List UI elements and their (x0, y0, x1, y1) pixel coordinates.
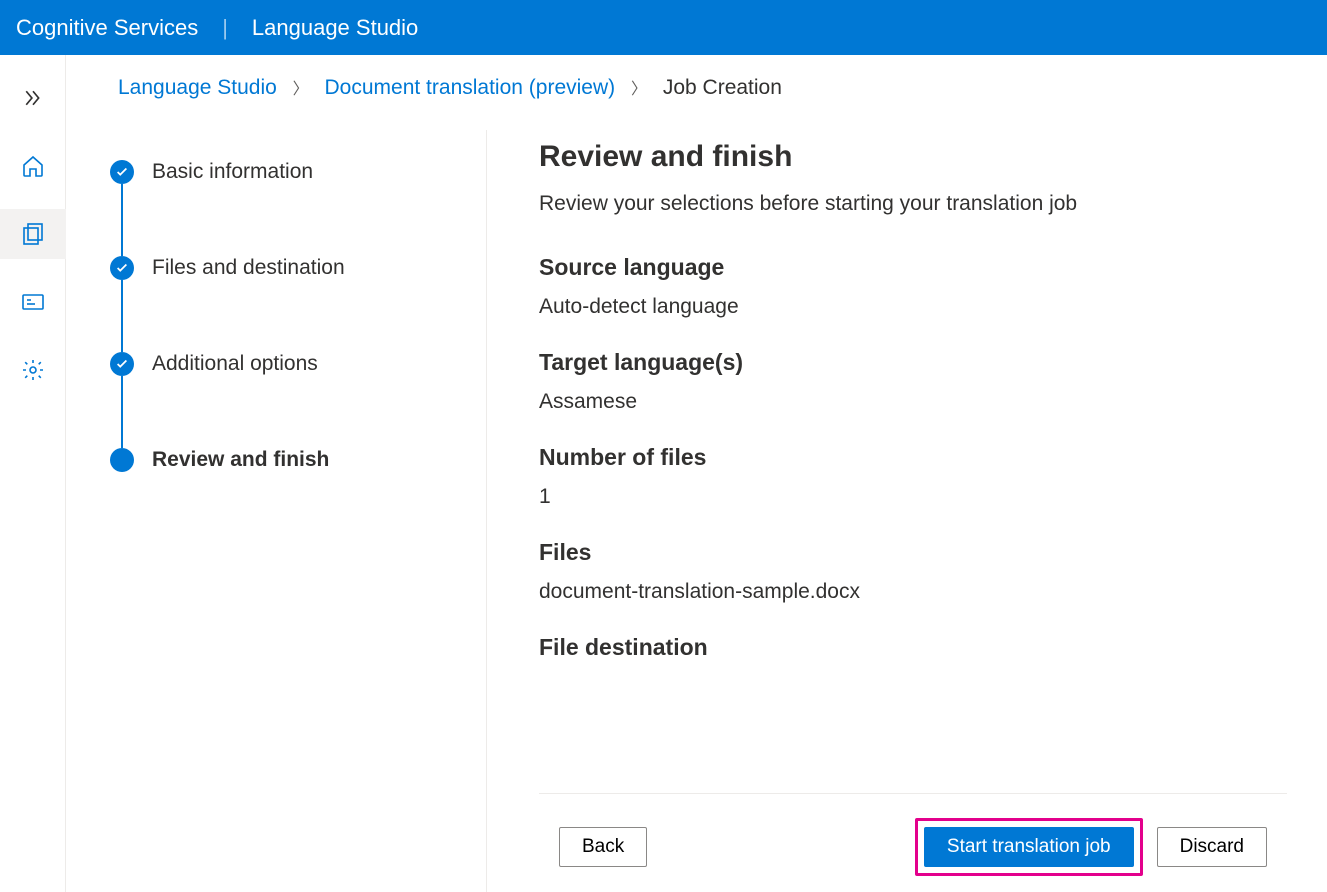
breadcrumb-section[interactable]: Document translation (preview) (325, 76, 616, 99)
step-connector (121, 184, 123, 256)
breadcrumb: Language Studio 〉 Document translation (… (66, 55, 1327, 100)
discard-button[interactable]: Discard (1157, 827, 1267, 867)
start-translation-button[interactable]: Start translation job (924, 827, 1134, 867)
nav-settings[interactable] (5, 345, 61, 395)
nav-home[interactable] (5, 141, 61, 191)
wizard-steps: Basic information Files and destination … (66, 130, 486, 892)
step-label: Additional options (152, 352, 318, 376)
nav-jobs[interactable] (5, 277, 61, 327)
top-bar: Cognitive Services | Language Studio (0, 0, 1327, 55)
chevron-double-right-icon (24, 89, 42, 107)
num-files-value: 1 (539, 485, 1287, 509)
topbar-separator: | (222, 15, 228, 41)
left-nav (0, 55, 66, 892)
card-list-icon (21, 290, 45, 314)
nav-translate[interactable] (0, 209, 66, 259)
main-panel: Review and finish Review your selections… (486, 130, 1327, 892)
breadcrumb-root[interactable]: Language Studio (118, 76, 277, 99)
highlight-annotation: Start translation job (915, 818, 1143, 876)
breadcrumb-current: Job Creation (663, 76, 782, 99)
page-subtitle: Review your selections before starting y… (539, 192, 1287, 216)
step-connector (121, 376, 123, 448)
step-label: Basic information (152, 160, 313, 184)
home-icon (21, 154, 45, 178)
brand-label: Cognitive Services (16, 15, 198, 41)
page-title: Review and finish (539, 140, 1287, 174)
step-connector (121, 280, 123, 352)
step-additional-options[interactable]: Additional options (110, 352, 486, 376)
source-language-value: Auto-detect language (539, 295, 1287, 319)
file-destination-label: File destination (539, 634, 1287, 661)
product-label: Language Studio (252, 15, 418, 41)
target-language-label: Target language(s) (539, 349, 1287, 376)
chevron-right-icon: 〉 (293, 81, 309, 98)
num-files-label: Number of files (539, 444, 1287, 471)
step-files-destination[interactable]: Files and destination (110, 256, 486, 280)
step-complete-icon (110, 256, 134, 280)
expand-nav-button[interactable] (5, 73, 61, 123)
step-basic-info[interactable]: Basic information (110, 160, 486, 184)
files-value: document-translation-sample.docx (539, 580, 1287, 604)
step-review-finish[interactable]: Review and finish (110, 448, 486, 472)
chevron-right-icon: 〉 (631, 81, 647, 98)
step-complete-icon (110, 160, 134, 184)
gear-icon (21, 358, 45, 382)
target-language-value: Assamese (539, 390, 1287, 414)
files-label: Files (539, 539, 1287, 566)
back-button[interactable]: Back (559, 827, 647, 867)
step-complete-icon (110, 352, 134, 376)
step-current-icon (110, 448, 134, 472)
step-label: Files and destination (152, 256, 345, 280)
document-translate-icon (21, 222, 45, 246)
source-language-label: Source language (539, 254, 1287, 281)
step-label: Review and finish (152, 448, 329, 472)
wizard-footer: Back Start translation job Discard (539, 793, 1287, 892)
